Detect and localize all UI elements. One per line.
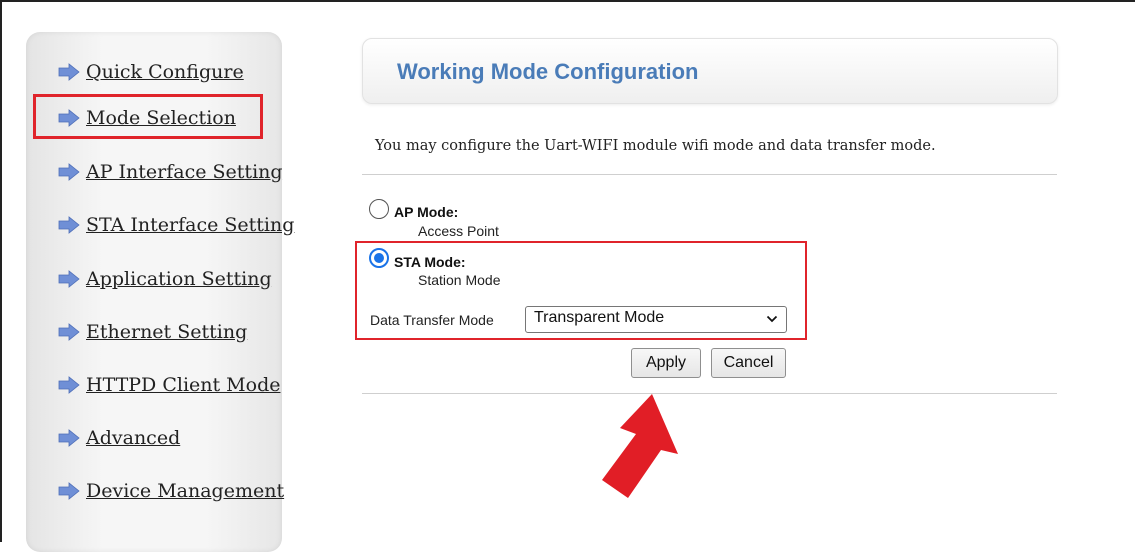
sidebar-item-ethernet-setting[interactable]: Ethernet Setting [58, 319, 247, 345]
ap-mode-subtitle: Access Point [418, 223, 499, 239]
chevron-down-icon [766, 315, 778, 323]
data-transfer-mode-select[interactable]: Transparent Mode [525, 306, 787, 333]
arrow-right-icon [58, 429, 80, 447]
cancel-button[interactable]: Cancel [711, 348, 786, 378]
sidebar-item-device-management[interactable]: Device Management [58, 478, 284, 504]
ap-mode-label: AP Mode: [394, 204, 459, 220]
sidebar-item-advanced[interactable]: Advanced [58, 425, 180, 451]
sidebar-item-label: Device Management [86, 480, 285, 502]
sidebar-item-application-setting[interactable]: Application Setting [58, 266, 272, 292]
arrow-right-icon [58, 270, 80, 288]
arrow-right-icon [58, 109, 80, 127]
data-transfer-mode-value: Transparent Mode [534, 309, 665, 326]
ap-mode-radio[interactable] [369, 199, 389, 219]
sidebar-item-mode-selection[interactable]: Mode Selection [58, 105, 236, 131]
sidebar-item-label: AP Interface Setting [86, 161, 283, 183]
sidebar-item-label: Application Setting [86, 268, 272, 290]
sidebar-item-label: Advanced [86, 427, 181, 449]
sta-mode-radio[interactable] [369, 248, 389, 268]
arrow-right-icon [58, 323, 80, 341]
sidebar-item-label: STA Interface Setting [86, 214, 295, 236]
arrow-right-icon [58, 376, 80, 394]
sta-mode-subtitle: Station Mode [418, 272, 501, 288]
arrow-right-icon [58, 216, 80, 234]
arrow-right-icon [58, 63, 80, 81]
sidebar-item-ap-interface-setting[interactable]: AP Interface Setting [58, 159, 283, 185]
sta-mode-label: STA Mode: [394, 254, 466, 270]
sidebar-item-httpd-client-mode[interactable]: HTTPD Client Mode [58, 372, 280, 398]
red-arrow-icon [602, 394, 678, 498]
sidebar-item-label: HTTPD Client Mode [86, 374, 281, 396]
sidebar-item-label: Mode Selection [86, 107, 236, 129]
arrow-right-icon [58, 482, 80, 500]
page-title: Working Mode Configuration [397, 59, 699, 84]
page-description: You may configure the Uart-WIFI module w… [375, 138, 936, 154]
data-transfer-mode-label: Data Transfer Mode [370, 312, 494, 328]
sidebar-item-label: Quick Configure [86, 61, 244, 83]
sidebar-item-sta-interface-setting[interactable]: STA Interface Setting [58, 212, 294, 238]
divider [362, 174, 1057, 175]
arrow-right-icon [58, 163, 80, 181]
title-bar: Working Mode Configuration [362, 38, 1058, 104]
sidebar-item-quick-configure[interactable]: Quick Configure [58, 59, 244, 85]
divider [362, 393, 1057, 394]
sidebar-item-label: Ethernet Setting [86, 321, 248, 343]
apply-button[interactable]: Apply [631, 348, 701, 378]
